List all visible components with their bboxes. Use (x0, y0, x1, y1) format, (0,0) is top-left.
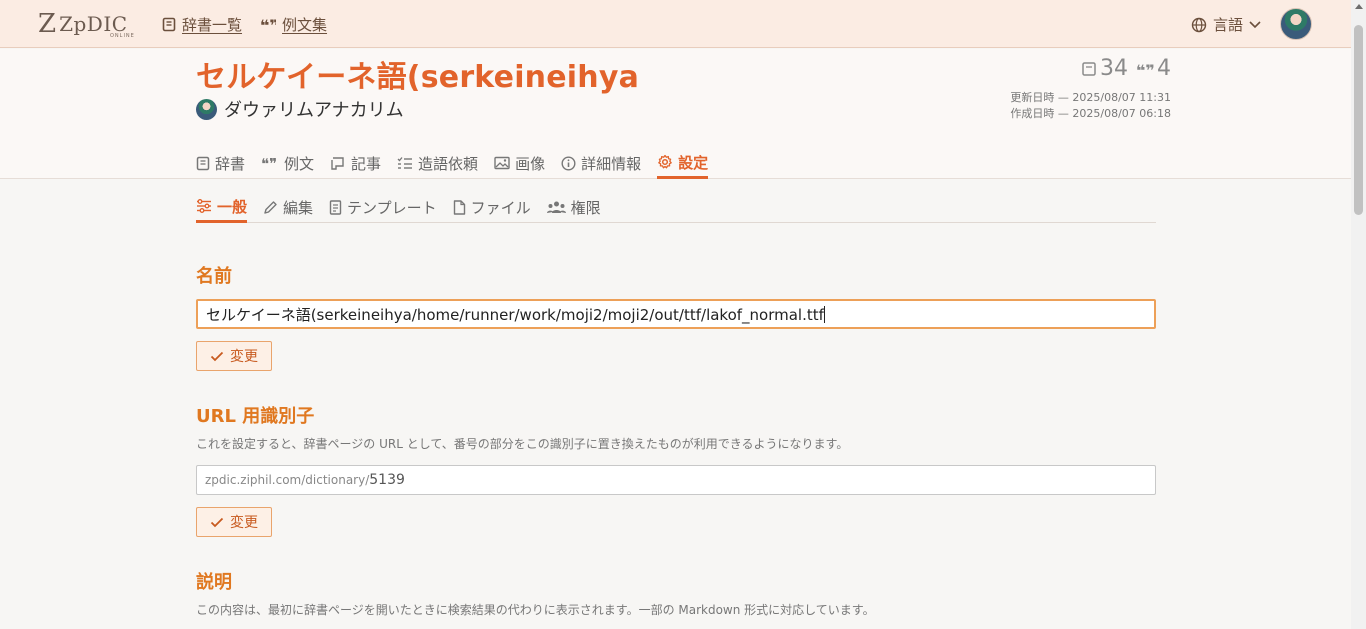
subtab-files-label: ファイル (470, 198, 531, 217)
book-icon (162, 17, 176, 32)
check-icon (210, 517, 224, 527)
dictionary-title: セルケイーネ語(serkeineihya (196, 60, 640, 95)
tab-examples-label: 例文 (284, 154, 315, 173)
subtab-template-label: テンプレート (347, 198, 437, 217)
tab-dictionary-label: 辞書 (215, 154, 246, 173)
url-save-label: 変更 (230, 515, 258, 531)
nav-examples[interactable]: ❝❞ 例文集 (260, 14, 327, 35)
name-input-value: セルケイーネ語(serkeineihya/home/runner/work/mo… (206, 305, 824, 324)
scroll-icon (331, 157, 344, 170)
url-identifier-placeholder: 5139 (369, 472, 405, 488)
language-selector[interactable]: 言語 (1191, 14, 1261, 35)
name-save-label: 変更 (230, 349, 258, 365)
logo[interactable]: Z ZpDIC ONLINE (38, 9, 134, 39)
tab-dictionary[interactable]: 辞書 (196, 148, 245, 178)
word-card-icon (1082, 61, 1096, 76)
tab-images[interactable]: 画像 (494, 148, 545, 178)
logo-subtext: ONLINE (110, 33, 135, 39)
nav-dictionary-list[interactable]: 辞書一覧 (162, 14, 242, 35)
scroll-up-arrow-icon[interactable] (1355, 4, 1363, 9)
dictionary-dates: 更新日時 — 2025/08/07 11:31 作成日時 — 2025/08/0… (1010, 90, 1171, 122)
file-icon (453, 199, 465, 215)
language-label: 言語 (1213, 16, 1244, 34)
sliders-icon (197, 199, 211, 213)
tab-requests-label: 造語依頼 (418, 154, 479, 173)
example-count-stat: ❝❞ 4 (1136, 56, 1171, 81)
image-icon (494, 156, 510, 170)
list-check-icon (397, 157, 413, 169)
document-icon (329, 199, 342, 215)
logo-z-mark: Z (38, 9, 56, 39)
tab-details-label: 詳細情報 (581, 154, 642, 173)
user-avatar[interactable] (1280, 8, 1312, 40)
subtab-edit[interactable]: 編集 (263, 192, 313, 222)
description-section-description: この内容は、最初に辞書ページを開いたときに検索結果の代わりに表示されます。一部の… (196, 603, 875, 617)
url-section-title: URL 用識別子 (196, 406, 315, 427)
name-input[interactable]: セルケイーネ語(serkeineihya/home/runner/work/mo… (196, 299, 1156, 329)
quote-icon: ❝❞ (1136, 61, 1154, 77)
gear-icon (658, 154, 672, 169)
owner-name: ダウァリムアナカリム (224, 100, 404, 121)
dictionary-tabs: 辞書 ❝❞ 例文 記事 造語依頼 画像 詳細情報 設定 (196, 148, 709, 179)
owner-avatar (196, 98, 217, 120)
subtab-files[interactable]: ファイル (453, 192, 531, 222)
users-icon (546, 201, 566, 213)
tab-examples[interactable]: ❝❞ 例文 (261, 148, 314, 178)
example-count: 4 (1157, 56, 1171, 81)
svg-text:❝❞: ❝❞ (261, 156, 277, 170)
top-bar: Z ZpDIC ONLINE 辞書一覧 ❝❞ 例文集 言語 (0, 0, 1351, 48)
info-icon (561, 155, 576, 171)
book-icon (196, 156, 210, 170)
tab-details[interactable]: 詳細情報 (561, 148, 641, 178)
updated-date: 更新日時 — 2025/08/07 11:31 (1010, 91, 1171, 104)
subtab-general-label: 一般 (217, 197, 248, 216)
word-count-stat: 34 (1081, 56, 1128, 81)
dictionary-stats: 34 ❝❞ 4 (1081, 56, 1171, 81)
tab-articles-label: 記事 (351, 154, 382, 173)
tab-images-label: 画像 (515, 154, 546, 173)
tab-settings[interactable]: 設定 (657, 148, 709, 179)
description-section-title: 説明 (196, 572, 232, 593)
scroll-thumb[interactable] (1354, 25, 1363, 215)
page-scrollbar[interactable] (1351, 0, 1366, 629)
pencil-icon (264, 200, 277, 214)
tab-requests[interactable]: 造語依頼 (397, 148, 478, 178)
url-prefix: zpdic.ziphil.com/dictionary/ (205, 473, 370, 487)
subtab-template[interactable]: テンプレート (329, 192, 437, 222)
subtab-edit-label: 編集 (283, 198, 314, 217)
svg-text:❝❞: ❝❞ (1136, 61, 1154, 77)
name-section-title: 名前 (196, 266, 232, 287)
quote-icon: ❝❞ (260, 18, 276, 32)
globe-icon (1191, 17, 1207, 32)
created-date: 作成日時 — 2025/08/07 06:18 (1010, 107, 1171, 120)
chevron-down-icon (1249, 20, 1261, 28)
tab-settings-label: 設定 (678, 153, 709, 172)
text-caret (823, 305, 825, 323)
url-identifier-input[interactable]: zpdic.ziphil.com/dictionary/5139 (196, 465, 1156, 495)
nav-dictionary-list-label: 辞書一覧 (182, 16, 243, 34)
settings-subtabs: 一般 編集 テンプレート ファイル 権限 (196, 192, 1156, 223)
name-save-button[interactable]: 変更 (196, 341, 272, 371)
word-count: 34 (1100, 56, 1128, 81)
url-section-description: これを設定すると、辞書ページの URL として、番号の部分をこの識別子に置き換え… (196, 437, 849, 451)
quote-icon: ❝❞ (261, 156, 277, 170)
dictionary-owner[interactable]: ダウァリムアナカリム (196, 96, 404, 122)
url-save-button[interactable]: 変更 (196, 507, 272, 537)
svg-text:❝❞: ❝❞ (260, 18, 276, 32)
subtab-general[interactable]: 一般 (196, 192, 248, 223)
check-icon (210, 351, 224, 361)
tab-articles[interactable]: 記事 (330, 148, 381, 178)
nav-examples-label: 例文集 (282, 16, 328, 34)
subtab-permissions[interactable]: 権限 (546, 192, 601, 222)
subtab-permissions-label: 権限 (570, 198, 601, 217)
